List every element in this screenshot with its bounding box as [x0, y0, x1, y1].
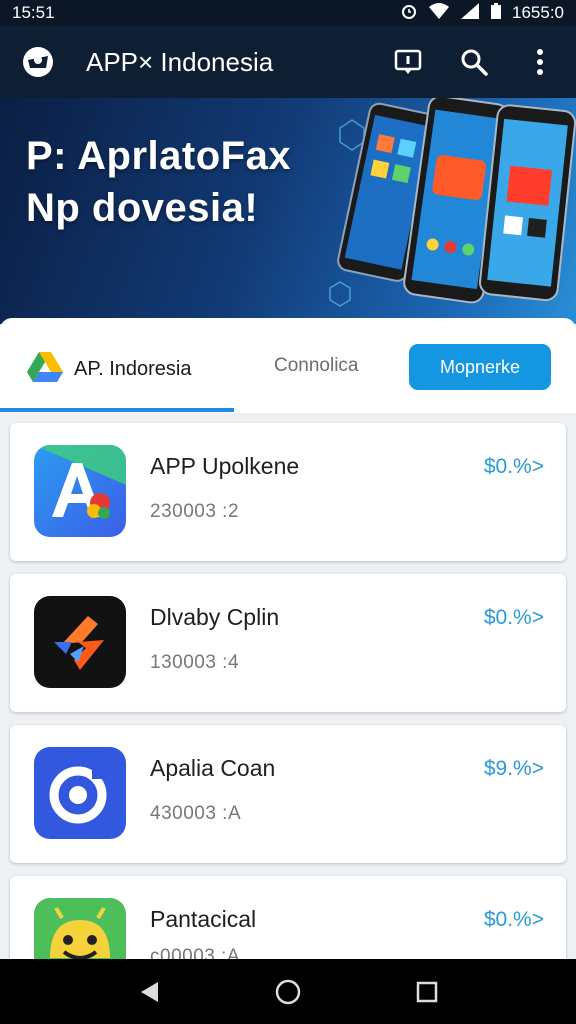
- app-subtitle: 130003 :4: [150, 652, 240, 673]
- ring-icon: [34, 747, 126, 839]
- back-icon[interactable]: [129, 972, 169, 1012]
- home-icon[interactable]: [268, 972, 308, 1012]
- app-bar-actions: [392, 46, 556, 78]
- app-price[interactable]: $9.%>: [484, 757, 544, 781]
- app-price[interactable]: $0.%>: [484, 455, 544, 479]
- app-name: Apalia Coan: [150, 755, 276, 781]
- status-time: 15:51: [12, 3, 55, 22]
- battery-icon: [490, 2, 502, 25]
- list-item[interactable]: Pantacical c00003 :A $0.%>: [10, 876, 566, 959]
- more-vert-icon[interactable]: [524, 46, 556, 78]
- alarm-icon: [400, 2, 418, 25]
- signal-icon: [460, 2, 480, 25]
- tab-connolica[interactable]: Connolica: [274, 355, 359, 377]
- promo-banner[interactable]: P: AprlatoFax Np dovesia!: [0, 98, 576, 324]
- tab-action-button[interactable]: Mopnerke: [409, 344, 551, 390]
- status-icons: 1655:0: [400, 2, 564, 25]
- search-icon[interactable]: [458, 46, 490, 78]
- app-bar: APP× Indonesia: [0, 26, 576, 98]
- app-subtitle: 430003 :A: [150, 803, 242, 824]
- banner-line-1: P: AprlatoFax: [26, 134, 292, 178]
- tab-brand-label: AP. Indoresia: [74, 358, 192, 380]
- banner-headline: P: AprlatoFax Np dovesia!: [26, 130, 291, 234]
- app-subtitle: 230003 :2: [150, 501, 240, 522]
- app-name: APP Upolkene: [150, 453, 300, 479]
- message-icon[interactable]: [392, 46, 424, 78]
- a-letter-icon: [34, 445, 126, 537]
- drive-logo-icon: [26, 350, 64, 389]
- status-right-text: 1655:0: [512, 3, 564, 22]
- tabs-card: AP. Indoresia Connolica Mopnerke: [0, 318, 576, 413]
- tab-active-indicator: [0, 408, 234, 412]
- status-bar: 15:51 1655:0: [0, 0, 576, 26]
- app-price[interactable]: $0.%>: [484, 908, 544, 932]
- app-name: Dlvaby Cplin: [150, 604, 280, 630]
- app-price[interactable]: $0.%>: [484, 606, 544, 630]
- list-item[interactable]: Apalia Coan 430003 :A $9.%>: [10, 725, 566, 863]
- list-item[interactable]: APP Upolkene 230003 :2 $0.%>: [10, 423, 566, 561]
- recents-icon[interactable]: [407, 972, 447, 1012]
- system-nav-bar: [0, 959, 576, 1024]
- banner-line-2: Np dovesia!: [26, 186, 259, 230]
- android-icon: [34, 898, 126, 959]
- app-name: Pantacical: [150, 906, 257, 932]
- app-subtitle: c00003 :A: [150, 946, 241, 959]
- tab-brand[interactable]: AP. Indoresia: [26, 350, 192, 389]
- phones-illustration: [329, 98, 576, 307]
- list-item[interactable]: Dlvaby Cplin 130003 :4 $0.%>: [10, 574, 566, 712]
- app-title: APP× Indonesia: [86, 46, 274, 77]
- app-logo[interactable]: [20, 44, 56, 80]
- wifi-icon: [428, 2, 450, 25]
- bolt-icon: [34, 596, 126, 688]
